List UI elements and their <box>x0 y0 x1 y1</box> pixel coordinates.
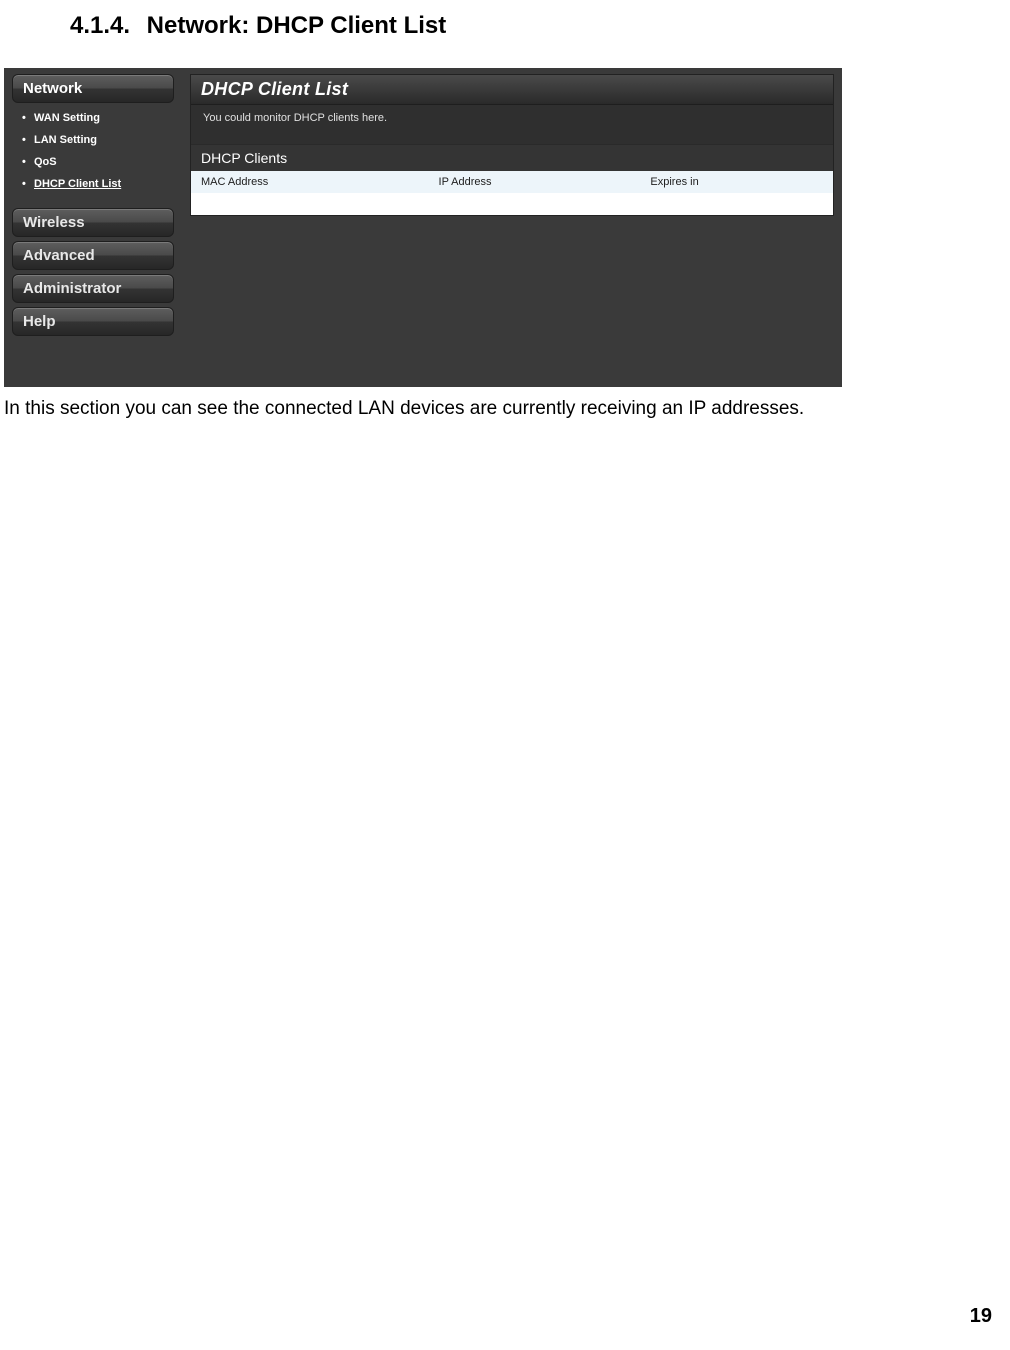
panel-title: DHCP Client List <box>191 75 833 105</box>
caption-text: In this section you can see the connecte… <box>0 393 1010 422</box>
nav-administrator[interactable]: Administrator <box>12 274 174 303</box>
nav-group-advanced: Advanced <box>12 241 174 270</box>
nav-wireless[interactable]: Wireless <box>12 208 174 237</box>
table-header-row: MAC Address IP Address Expires in <box>191 171 833 193</box>
sidebar-item-dhcp-client-list[interactable]: DHCP Client List <box>18 174 174 196</box>
nav-group-administrator: Administrator <box>12 274 174 303</box>
sidebar-item-wan-setting[interactable]: WAN Setting <box>18 108 174 130</box>
dhcp-clients-title: DHCP Clients <box>191 144 833 171</box>
page-number: 19 <box>970 1305 992 1328</box>
sidebar: Network WAN Setting LAN Setting QoS DHCP… <box>4 68 182 387</box>
column-expires-in: Expires in <box>640 171 833 193</box>
nav-group-wireless: Wireless <box>12 208 174 237</box>
panel-description: You could monitor DHCP clients here. <box>191 105 833 144</box>
sidebar-item-lan-setting[interactable]: LAN Setting <box>18 130 174 152</box>
column-mac-address: MAC Address <box>191 171 429 193</box>
nav-group-network: Network WAN Setting LAN Setting QoS DHCP… <box>12 74 174 204</box>
nav-network[interactable]: Network <box>12 74 174 103</box>
dhcp-clients-table: MAC Address IP Address Expires in <box>191 171 833 215</box>
section-title: Network: DHCP Client List <box>147 12 447 39</box>
nav-group-help: Help <box>12 307 174 336</box>
nav-advanced[interactable]: Advanced <box>12 241 174 270</box>
section-number: 4.1.4. <box>70 12 140 40</box>
content-area: DHCP Client List You could monitor DHCP … <box>182 68 842 387</box>
sidebar-item-qos[interactable]: QoS <box>18 152 174 174</box>
column-ip-address: IP Address <box>429 171 641 193</box>
nav-help[interactable]: Help <box>12 307 174 336</box>
table-row <box>191 193 833 215</box>
content-panel: DHCP Client List You could monitor DHCP … <box>190 74 834 216</box>
router-ui-screenshot: Network WAN Setting LAN Setting QoS DHCP… <box>4 68 842 387</box>
section-heading: 4.1.4. Network: DHCP Client List <box>0 0 1010 68</box>
